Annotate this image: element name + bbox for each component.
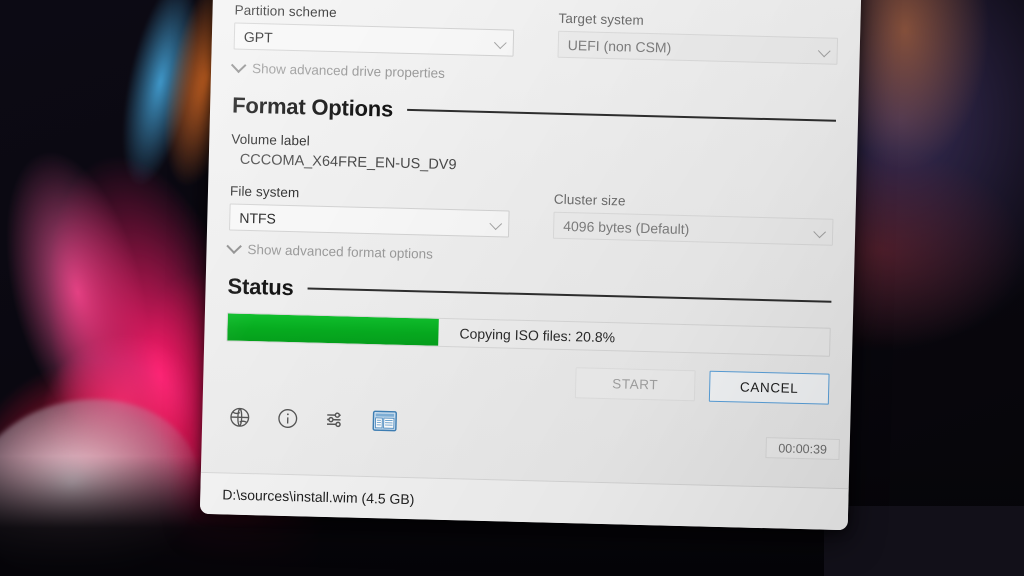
target-system-value: UEFI (non CSM) xyxy=(567,36,672,56)
target-system-label: Target system xyxy=(558,10,644,28)
bottom-toolbar xyxy=(224,405,828,443)
cluster-size-label: Cluster size xyxy=(553,191,626,209)
rufus-window: Partition scheme GPT Target system UEFI … xyxy=(199,0,862,531)
status-bar-text: D:\sources\install.wim (4.5 GB) xyxy=(222,485,415,507)
format-options-heading: Format Options xyxy=(231,92,394,122)
target-system-group: Target system UEFI (non CSM) xyxy=(557,10,839,65)
chevron-down-icon xyxy=(813,225,827,238)
progress-bar: Copying ISO files: 20.8% xyxy=(226,312,831,357)
cancel-button[interactable]: CANCEL xyxy=(708,370,830,405)
info-icon[interactable] xyxy=(276,407,300,431)
file-system-label: File system xyxy=(229,183,300,201)
cluster-size-group: Cluster size 4096 bytes (Default) xyxy=(552,191,834,246)
chevron-down-icon xyxy=(817,44,831,57)
settings-sliders-icon[interactable] xyxy=(324,408,348,432)
status-heading: Status xyxy=(227,273,294,301)
status-section-header: Status xyxy=(227,273,832,314)
cancel-button-label: CANCEL xyxy=(739,379,799,396)
partition-scheme-select[interactable]: GPT xyxy=(233,22,515,57)
start-button-label: START xyxy=(612,376,659,393)
cluster-size-select[interactable]: 4096 bytes (Default) xyxy=(552,211,834,246)
section-divider xyxy=(307,287,832,303)
elapsed-timer: 00:00:39 xyxy=(765,437,840,460)
chevron-down-icon xyxy=(489,216,503,230)
screen-photo: Partition scheme GPT Target system UEFI … xyxy=(0,0,1024,576)
chevron-down-icon xyxy=(230,57,247,74)
start-button[interactable]: START xyxy=(574,367,696,402)
file-system-value: NTFS xyxy=(239,209,277,227)
partition-scheme-group: Partition scheme GPT xyxy=(233,2,515,57)
show-advanced-drive-properties-label: Show advanced drive properties xyxy=(251,61,446,81)
show-advanced-format-options-label: Show advanced format options xyxy=(247,241,434,262)
volume-label-group: Volume label CCCOMA_X64FRE_EN-US_DV9 xyxy=(231,132,836,183)
file-system-select[interactable]: NTFS xyxy=(229,203,510,238)
progress-status-text: Copying ISO files: 20.8% xyxy=(459,324,616,345)
chevron-down-icon xyxy=(493,35,507,49)
format-options-section-header: Format Options xyxy=(232,93,836,134)
globe-icon[interactable] xyxy=(228,406,252,430)
action-buttons: START CANCEL xyxy=(225,358,830,405)
partition-scheme-label: Partition scheme xyxy=(234,2,337,21)
show-advanced-format-options-toggle[interactable]: Show advanced format options xyxy=(226,238,832,271)
chevron-down-icon xyxy=(226,238,242,255)
partition-scheme-value: GPT xyxy=(243,28,273,46)
cluster-size-value: 4096 bytes (Default) xyxy=(563,217,690,237)
show-advanced-drive-properties-toggle[interactable]: Show advanced drive properties xyxy=(230,57,837,91)
file-system-group: File system NTFS xyxy=(229,183,510,238)
section-divider xyxy=(407,109,836,122)
log-window-icon[interactable] xyxy=(372,409,398,433)
filesystem-cluster-row: File system NTFS Cluster size 4096 bytes… xyxy=(229,183,834,246)
drive-properties-row: Partition scheme GPT Target system UEFI … xyxy=(233,2,839,65)
wallpaper-dark-block xyxy=(824,506,1024,576)
target-system-select[interactable]: UEFI (non CSM) xyxy=(557,30,839,65)
